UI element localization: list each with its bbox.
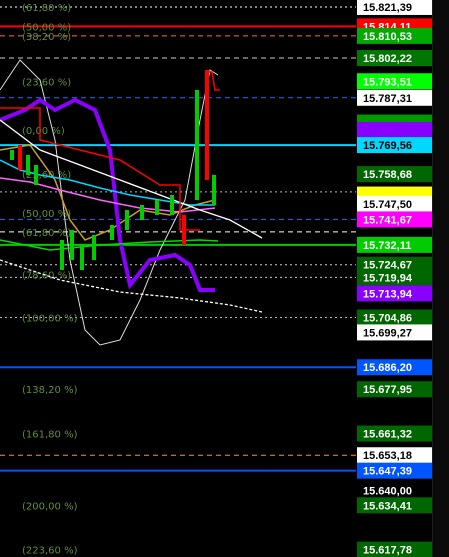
price-tag-text-19: 15.686,20 bbox=[363, 362, 412, 374]
price-tag-13: 15.732,11 bbox=[357, 236, 434, 253]
price-tag-3: 15.802,22 bbox=[357, 50, 434, 67]
fib-label-10: (138,20 %) bbox=[22, 385, 78, 396]
price-tag-16: 15.713,94 bbox=[357, 285, 434, 302]
price-tag-text-17: 15.704,86 bbox=[363, 313, 412, 325]
price-tag-text-25: 15.634,41 bbox=[363, 500, 412, 512]
price-tag-text-21: 15.661,32 bbox=[363, 429, 412, 441]
price-tag-text-13: 15.732,11 bbox=[363, 240, 411, 252]
fib-label-11: (161,80 %) bbox=[22, 430, 78, 441]
price-tag-20: 15.677,95 bbox=[357, 381, 434, 398]
price-tag-4: 15.793,51 bbox=[357, 73, 434, 90]
price-tag-text-18: 15.699,27 bbox=[363, 327, 412, 339]
candle-7 bbox=[92, 235, 96, 260]
price-tag-2: 15.810,53 bbox=[357, 27, 434, 44]
price-tag-text-9: 15.758,68 bbox=[363, 169, 412, 181]
fib-label-0: (61,80 %) bbox=[22, 3, 71, 14]
price-tag-text-20: 15.677,95 bbox=[363, 384, 412, 396]
price-tag-23: 15.647,39 bbox=[357, 462, 434, 479]
candle-15 bbox=[205, 70, 209, 180]
candle-6 bbox=[80, 245, 84, 270]
price-tag-text-12: 15.741,67 bbox=[363, 214, 412, 226]
candle-8 bbox=[110, 225, 114, 240]
price-tag-24: 15.640,00 bbox=[357, 482, 434, 499]
price-tag-11: 15.747,50 bbox=[357, 195, 434, 212]
fib-label-12: (200,00 %) bbox=[22, 501, 78, 512]
fib-label-2: (38,20 %) bbox=[22, 32, 71, 43]
price-tag-text-4: 15.793,51 bbox=[363, 76, 412, 88]
price-tag-5: 15.787,31 bbox=[357, 89, 434, 106]
candle-16 bbox=[212, 175, 216, 205]
price-tag-text-15: 15.719,94 bbox=[363, 272, 413, 284]
price-tag-8: 15.769,56 bbox=[357, 137, 434, 154]
candle-1 bbox=[18, 145, 22, 170]
price-tag-text-11: 15.747,50 bbox=[363, 199, 412, 211]
candle-12 bbox=[170, 195, 174, 215]
price-axis-scrollbar[interactable] bbox=[432, 0, 449, 557]
price-tag-15: 15.719,94 bbox=[357, 269, 434, 286]
fib-label-8: (78,60 %) bbox=[22, 271, 71, 282]
price-tag-21: 15.661,32 bbox=[357, 425, 434, 442]
price-tag-text-16: 15.713,94 bbox=[363, 288, 413, 300]
fib-label-9: (100,00 %) bbox=[22, 314, 78, 325]
fib-label-3: (23,60 %) bbox=[22, 77, 71, 88]
price-tag-9: 15.758,68 bbox=[357, 166, 434, 183]
price-tag-bg-7 bbox=[357, 122, 434, 139]
fib-label-4: (0,00 %) bbox=[22, 126, 65, 137]
candle-14 bbox=[195, 90, 199, 200]
price-tag-0: 15.821,39 bbox=[357, 0, 434, 15]
candle-11 bbox=[155, 200, 159, 215]
candle-3 bbox=[34, 165, 38, 185]
fib-label-13: (223,60 %) bbox=[22, 546, 78, 557]
price-tag-text-23: 15.647,39 bbox=[363, 466, 412, 478]
candle-0 bbox=[10, 150, 14, 160]
price-tag-text-5: 15.787,31 bbox=[363, 93, 412, 105]
candle-9 bbox=[125, 210, 129, 230]
price-tag-7 bbox=[357, 122, 434, 139]
price-tag-25: 15.634,41 bbox=[357, 497, 434, 514]
candle-2 bbox=[26, 155, 30, 175]
magenta-average bbox=[0, 177, 216, 213]
price-chart[interactable]: (61,80 %)(50,00 %)(38,20 %)(23,60 %)(0,0… bbox=[0, 0, 449, 557]
price-tag-17: 15.704,86 bbox=[357, 309, 434, 326]
price-tag-26: 15.617,78 bbox=[357, 541, 434, 557]
price-tag-text-8: 15.769,56 bbox=[363, 140, 412, 152]
price-tag-text-22: 15.653,18 bbox=[363, 450, 412, 462]
candle-5 bbox=[70, 230, 74, 260]
candle-13 bbox=[182, 215, 186, 245]
price-tag-text-26: 15.617,78 bbox=[363, 545, 412, 557]
price-tag-text-24: 15.640,00 bbox=[363, 485, 412, 497]
price-tag-19: 15.686,20 bbox=[357, 359, 434, 376]
fib-label-7: (61,80 %) bbox=[22, 228, 71, 239]
price-tag-22: 15.653,18 bbox=[357, 447, 434, 464]
price-tag-18: 15.699,27 bbox=[357, 324, 434, 341]
price-tag-text-3: 15.802,22 bbox=[363, 53, 412, 65]
price-tag-12: 15.741,67 bbox=[357, 211, 434, 228]
candle-4 bbox=[60, 240, 64, 270]
price-tag-text-0: 15.821,39 bbox=[363, 2, 412, 14]
candle-10 bbox=[140, 205, 144, 220]
price-tag-text-2: 15.810,53 bbox=[363, 31, 412, 43]
chart-stage: (61,80 %) (50,00 %) (38,20 %) (23,60 %) (0,0… bbox=[0, 0, 449, 557]
